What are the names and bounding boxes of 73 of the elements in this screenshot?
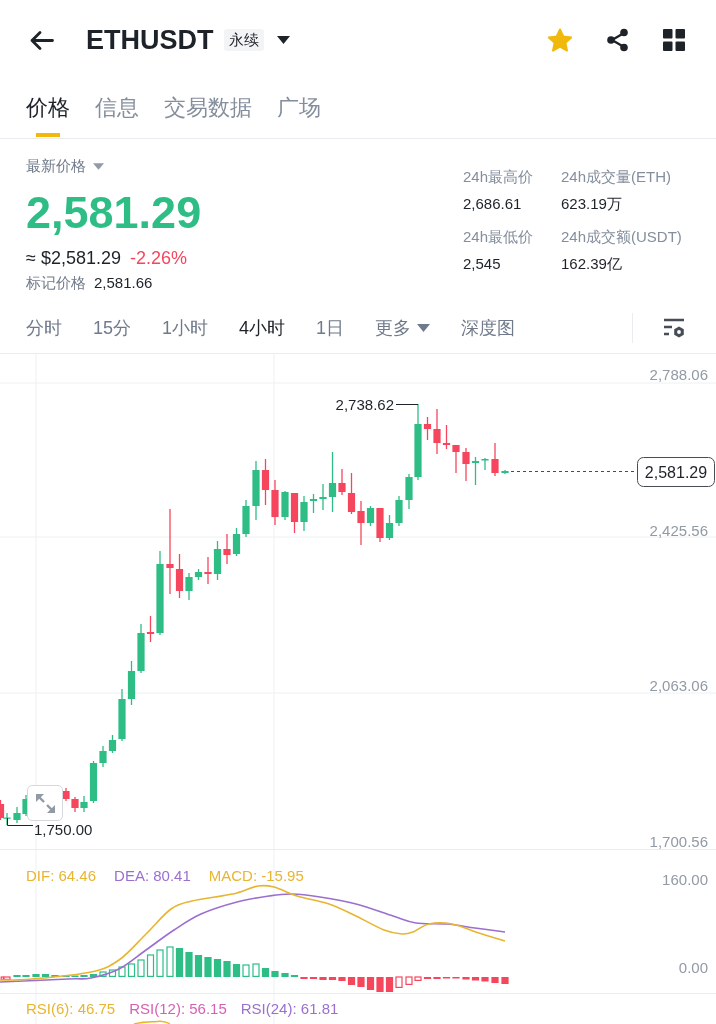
stat-label: 24h最高价 — [463, 168, 534, 186]
tab[interactable]: 价格 — [26, 95, 70, 138]
indicator-value: DEA: 80.41 — [114, 867, 191, 885]
macd-bar — [213, 959, 222, 977]
interval-tab[interactable]: 1日 — [316, 317, 345, 339]
stat-value: 2,686.61 — [463, 195, 522, 213]
candle — [501, 469, 509, 475]
interval-dropdown[interactable]: 更多 — [375, 317, 431, 339]
price-axis-label: 1,700.56 — [649, 833, 708, 850]
macd-bar — [146, 954, 155, 977]
low-price-label: 1,750.00 — [34, 820, 93, 838]
back-arrow-icon[interactable] — [29, 29, 54, 51]
usd-price: ≈ $2,581.29 — [26, 247, 121, 269]
last-price-label[interactable]: 最新价格 — [26, 157, 86, 175]
caret-down-icon — [417, 324, 431, 332]
current-price-tag: 2,581.29 — [637, 457, 715, 487]
stat-label: 24h成交额(USDT) — [561, 228, 682, 246]
price-axis-label: 2,425.56 — [649, 521, 708, 539]
mark-price-value: 2,581.66 — [94, 274, 153, 292]
tab[interactable]: 广场 — [277, 95, 321, 138]
candle — [385, 514, 394, 541]
mark-price-label: 标记价格 — [26, 274, 86, 292]
leader-line — [7, 817, 34, 826]
stat-label: 24h成交量(ETH) — [561, 168, 672, 186]
high-price-label: 2,738.62 — [335, 395, 394, 413]
macd-bar — [232, 964, 241, 977]
chart-settings-icon[interactable] — [663, 318, 685, 338]
macd-axis-label: 160.00 — [662, 871, 708, 888]
macd-bar — [501, 977, 509, 984]
interval-tab[interactable]: 深度图 — [461, 317, 516, 339]
share-icon[interactable] — [606, 28, 630, 52]
macd-axis-label: 0.00 — [678, 959, 708, 976]
grid-icon[interactable] — [663, 29, 685, 51]
stat-value: 623.19万 — [561, 195, 622, 213]
interval-tab[interactable]: 1小时 — [162, 317, 209, 339]
indicator-value: RSI(24): 61.81 — [240, 1000, 339, 1018]
stat-label: 24h最低价 — [463, 228, 534, 246]
macd-bar — [366, 977, 375, 990]
interval-tab[interactable]: 4小时 — [239, 317, 286, 339]
indicator-value: RSI(6): 46.75 — [26, 1000, 116, 1018]
candle — [261, 458, 270, 506]
candle — [491, 442, 499, 477]
macd-bar — [491, 977, 499, 983]
macd-bar — [175, 948, 184, 977]
expand-button[interactable] — [27, 785, 63, 821]
candle — [213, 540, 222, 581]
tab[interactable]: 交易数据 — [164, 95, 252, 138]
tab[interactable]: 信息 — [95, 95, 139, 138]
indicator-value: RSI(12): 56.15 — [129, 1000, 227, 1018]
indicator-value: MACD: -15.95 — [208, 867, 304, 885]
candle — [290, 492, 299, 534]
macd-bar — [194, 955, 203, 977]
symbol-title[interactable]: ETHUSDT — [86, 24, 214, 56]
candle — [127, 660, 136, 706]
last-price: 2,581.29 — [26, 188, 202, 238]
contract-type-badge: 永续 — [223, 29, 264, 51]
stat-value: 2,545 — [463, 255, 501, 273]
indicator-value: DIF: 64.46 — [26, 867, 97, 885]
caret-down-icon — [93, 162, 104, 170]
price-change: -2.26% — [129, 247, 187, 269]
price-axis-label: 2,788.06 — [649, 366, 708, 383]
macd-bar — [385, 977, 394, 992]
rsi-line — [133, 1020, 171, 1024]
price-axis-label: 2,063.06 — [649, 677, 708, 695]
candle — [232, 527, 241, 557]
stat-value: 162.39亿 — [561, 255, 622, 273]
favorite-star-icon[interactable] — [547, 27, 573, 53]
interval-tab[interactable]: 15分 — [93, 317, 132, 339]
caret-down-icon — [276, 36, 290, 44]
macd-bar — [127, 963, 136, 977]
interval-tab[interactable]: 分时 — [26, 317, 62, 339]
expand-icon — [34, 792, 56, 814]
leader-line — [395, 404, 419, 405]
